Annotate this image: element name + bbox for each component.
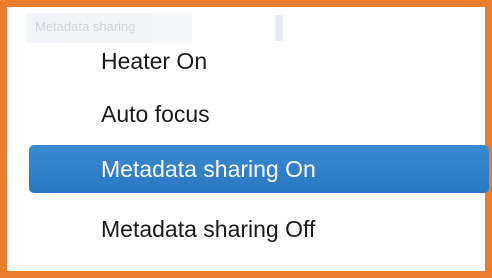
menu-item-label: Metadata sharing Off [101, 216, 316, 242]
menu-item-metadata-sharing-on[interactable]: Metadata sharing On [29, 145, 489, 193]
menu-item-auto-focus[interactable]: Auto focus [29, 90, 489, 138]
menu-item-label: Heater On [101, 48, 208, 74]
menu-item-metadata-sharing-off[interactable]: Metadata sharing Off [29, 205, 489, 253]
menu-item-label: Auto focus [101, 101, 210, 127]
screenshot-frame: Metadata sharing Heater On Auto focus Me… [0, 0, 492, 278]
menu-item-label: Metadata sharing On [101, 156, 316, 182]
context-menu: Heater On Auto focus Metadata sharing On… [21, 27, 489, 273]
menu-item-heater-on[interactable]: Heater On [29, 37, 489, 85]
